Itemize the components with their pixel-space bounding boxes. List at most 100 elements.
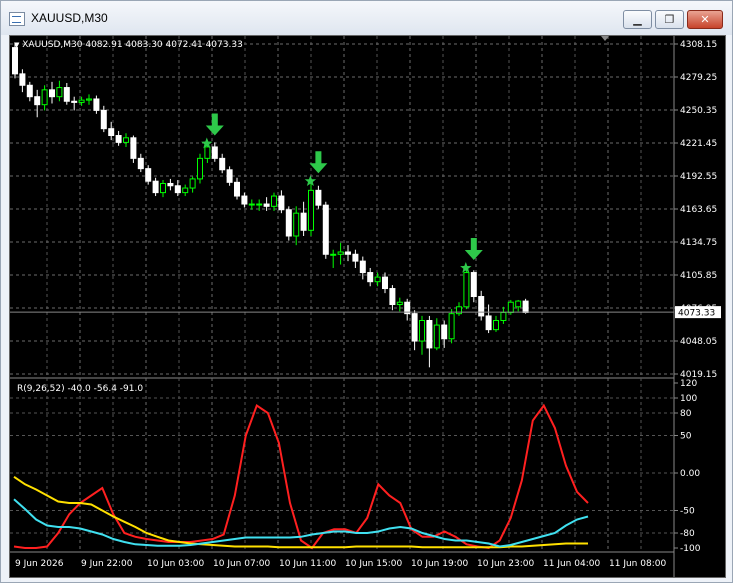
candle-body [152, 180, 159, 194]
price-label: 4279.25 [680, 73, 717, 83]
title-bar[interactable]: XAUUSD,M30 ▁ ❐ ✕ [1, 1, 732, 35]
time-label: 11 Jun 04:00 [543, 559, 600, 569]
candle-body [71, 100, 78, 103]
candle-body [374, 276, 381, 283]
price-label: 4105.85 [680, 271, 717, 281]
candle-body [63, 87, 70, 102]
price-label: 4308.15 [680, 40, 717, 50]
price-label: 4134.75 [680, 238, 717, 248]
candle-body [182, 187, 189, 194]
candle-body [522, 300, 529, 314]
candle-body [322, 204, 329, 255]
candle-body [34, 96, 41, 106]
candle-body [330, 253, 337, 256]
candle-body [226, 169, 233, 183]
candle-body [78, 99, 85, 103]
candle-body [507, 301, 514, 314]
candle-body [160, 182, 166, 194]
candle-body [115, 135, 122, 143]
price-label: 4250.35 [680, 106, 717, 116]
candle-body [26, 84, 33, 98]
candle-body [345, 251, 351, 255]
sell-arrow-icon [309, 151, 328, 174]
candle-body [12, 47, 18, 75]
candle-body [308, 189, 314, 231]
minimize-button[interactable]: ▁ [623, 10, 652, 29]
time-label: 10 Jun 07:00 [213, 559, 270, 569]
candle-body [211, 146, 218, 159]
candle-body [167, 182, 174, 187]
candle-body [41, 89, 48, 106]
candle-body [189, 178, 196, 189]
current-price-label: 4073.33 [678, 309, 715, 319]
candle-body [100, 109, 107, 130]
candle-body [359, 260, 366, 274]
candle-body [278, 195, 285, 211]
candle-body [197, 157, 203, 180]
candle-body [300, 212, 307, 231]
candle-body [470, 272, 477, 298]
indicator-scale-label: 80 [680, 409, 692, 419]
candle-body [241, 195, 248, 205]
candle-body [448, 313, 455, 340]
candle-body [271, 195, 277, 207]
candle-body [219, 157, 226, 171]
indicator-scale-label: -80 [680, 529, 695, 539]
price-label: 4163.65 [680, 205, 717, 215]
candle-body [478, 296, 485, 317]
candle-body [396, 301, 403, 306]
candle-body [382, 276, 388, 290]
candle-body [108, 128, 115, 137]
candle-body [93, 98, 100, 111]
main-chart-info: ▼ XAUUSD,M30 4082.91 4083.30 4072.41 407… [14, 40, 243, 50]
candle-body [367, 272, 374, 283]
window-title: XAUUSD,M30 [31, 11, 108, 25]
time-label: 10 Jun 23:00 [477, 559, 534, 569]
indicator-scale-label: 100 [680, 394, 697, 404]
candle-body [426, 320, 433, 349]
indicator-scale-label: -100 [680, 544, 701, 554]
time-label: 10 Jun 19:00 [411, 559, 468, 569]
candle-body [204, 146, 211, 159]
candle-body [485, 315, 492, 331]
chart-area[interactable]: 9 Jun 2026 9 Jun 22:00 10 Jun 03:00 10 Jun … [9, 35, 726, 578]
candle-body [256, 203, 263, 206]
candle-body [130, 137, 137, 159]
sell-arrow-icon [205, 113, 224, 136]
candle-body [137, 157, 144, 170]
price-label: 4192.55 [680, 172, 717, 182]
signal-star-icon [460, 262, 472, 273]
candle-body [248, 203, 255, 206]
indicator-scale-label: 0.00 [680, 469, 700, 479]
indicator-scale-label: -50 [680, 507, 695, 517]
indicator-line [13, 403, 589, 550]
candle-body [352, 253, 359, 262]
price-label: 4048.05 [680, 337, 717, 347]
time-label: 10 Jun 11:00 [279, 559, 336, 569]
candle-body [315, 189, 322, 206]
candle-body [263, 203, 270, 207]
candle-body [285, 209, 292, 237]
close-button[interactable]: ✕ [687, 10, 723, 29]
candle-body [515, 300, 522, 308]
time-label: 9 Jun 22:00 [81, 559, 133, 569]
candle-body [493, 320, 499, 331]
time-label: 11 Jun 08:00 [609, 559, 666, 569]
chart-canvas[interactable]: 9 Jun 2026 9 Jun 22:00 10 Jun 03:00 10 Jun … [10, 36, 725, 577]
candle-body [433, 324, 440, 349]
time-label: 9 Jun 2026 [15, 559, 64, 569]
chart-window: XAUUSD,M30 ▁ ❐ ✕ 9 Jun 2026 9 Jun 22:00 10… [0, 0, 733, 583]
candle-body [86, 98, 92, 101]
candle-body [19, 73, 26, 86]
candle-body [293, 212, 300, 237]
restore-button[interactable]: ❐ [655, 10, 684, 29]
indicator-scale-label: 120 [680, 379, 697, 389]
time-label: 10 Jun 03:00 [147, 559, 204, 569]
candle-body [500, 312, 507, 322]
candle-body [389, 288, 396, 306]
candle-body [411, 313, 418, 342]
chart-app-icon [9, 12, 25, 26]
candle-body [463, 272, 470, 308]
candle-body [56, 87, 63, 98]
candle-body [337, 251, 344, 255]
